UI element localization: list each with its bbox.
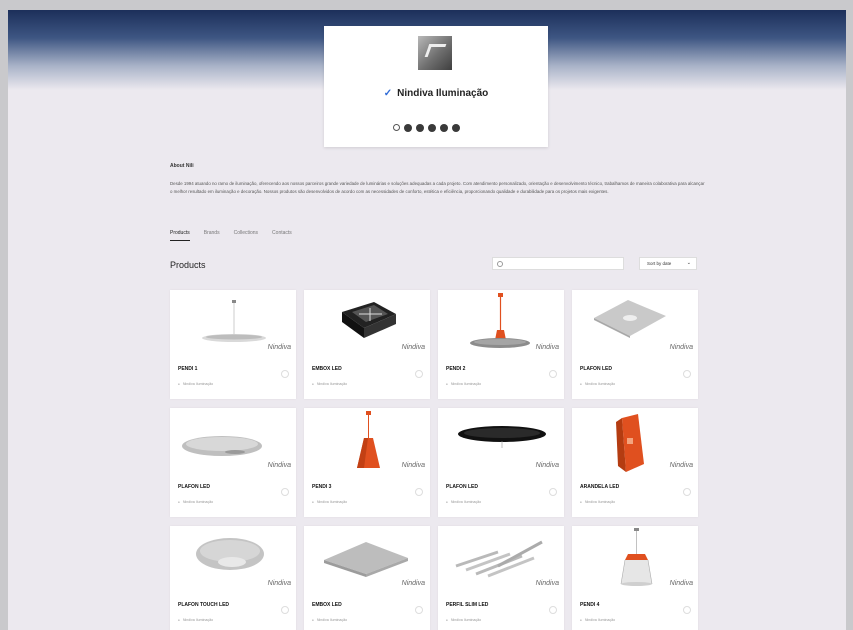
watermark: Nindiva (669, 462, 693, 469)
product-name: PENDI 2 (446, 366, 466, 372)
product-brand: Nindiva Iluminação (580, 618, 615, 622)
watermark: Nindiva (669, 344, 693, 351)
product-name: PLAFON LED (178, 484, 210, 490)
product-card[interactable]: Nindiva PLAFON LED Nindiva Iluminação (572, 290, 698, 399)
brand-logo-icon[interactable] (418, 36, 452, 70)
add-icon[interactable] (415, 606, 423, 614)
product-name: PLAFON LED (580, 366, 612, 372)
product-name: PENDI 3 (312, 484, 332, 490)
tab-collections[interactable]: Collections (234, 230, 258, 241)
add-icon[interactable] (281, 370, 289, 378)
watermark: Nindiva (401, 580, 425, 587)
watermark: Nindiva (535, 462, 559, 469)
add-icon[interactable] (683, 488, 691, 496)
product-name: PENDI 4 (580, 602, 600, 608)
products-title: Products (170, 260, 206, 270)
product-name: EMBOX LED (312, 602, 342, 608)
watermark: Nindiva (535, 580, 559, 587)
instagram-icon[interactable] (416, 124, 424, 132)
product-brand: Nindiva Iluminação (178, 382, 213, 386)
tab-bar: Products Brands Collections Contacts (170, 230, 292, 241)
add-icon[interactable] (281, 606, 289, 614)
product-card[interactable]: Nindiva EMBOX LED Nindiva Iluminação (304, 526, 430, 630)
product-brand: Nindiva Iluminação (312, 382, 347, 386)
about-title: About Nili (170, 163, 194, 169)
product-card[interactable]: Nindiva EMBOX LED Nindiva Iluminação (304, 290, 430, 399)
product-card[interactable]: Nindiva PLAFON TOUCH LED Nindiva Ilumina… (170, 526, 296, 630)
sort-label: Sort by date (647, 261, 672, 266)
tab-products[interactable]: Products (170, 230, 190, 241)
product-card[interactable]: Nindiva PENDI 2 Nindiva Iluminação (438, 290, 564, 399)
tab-brands[interactable]: Brands (204, 230, 220, 241)
product-name: PENDI 1 (178, 366, 198, 372)
product-brand: Nindiva Iluminação (178, 618, 213, 622)
youtube-icon[interactable] (452, 124, 460, 132)
search-input[interactable] (492, 257, 624, 270)
chevron-down-icon: ⌄ (686, 260, 691, 266)
product-brand: Nindiva Iluminação (312, 500, 347, 504)
product-brand: Nindiva Iluminação (580, 500, 615, 504)
brand-card: ✓ Nindiva Iluminação (324, 26, 548, 147)
product-card[interactable]: Nindiva PERFIL SLIM LED Nindiva Iluminaç… (438, 526, 564, 630)
add-icon[interactable] (683, 606, 691, 614)
watermark: Nindiva (669, 580, 693, 587)
product-name: PLAFON LED (446, 484, 478, 490)
watermark: Nindiva (401, 462, 425, 469)
add-icon[interactable] (281, 488, 289, 496)
watermark: Nindiva (535, 344, 559, 351)
sort-dropdown[interactable]: Sort by date ⌄ (639, 257, 697, 270)
product-brand: Nindiva Iluminação (312, 618, 347, 622)
facebook-icon[interactable] (404, 124, 412, 132)
product-brand: Nindiva Iluminação (446, 500, 481, 504)
check-icon: ✓ (383, 88, 393, 99)
linkedin-icon[interactable] (428, 124, 436, 132)
product-card[interactable]: Nindiva PENDI 4 Nindiva Iluminação (572, 526, 698, 630)
product-name: ARANDELA LED (580, 484, 620, 490)
tab-contacts[interactable]: Contacts (272, 230, 292, 241)
add-icon[interactable] (415, 370, 423, 378)
product-brand: Nindiva Iluminação (178, 500, 213, 504)
product-card[interactable]: Nindiva PLAFON LED Nindiva Iluminação (170, 408, 296, 517)
brand-name: ✓ Nindiva Iluminação (324, 88, 548, 99)
product-card[interactable]: Nindiva PLAFON LED Nindiva Iluminação (438, 408, 564, 517)
social-links (393, 124, 460, 132)
brand-name-label: Nindiva Iluminação (397, 88, 489, 99)
add-icon[interactable] (549, 606, 557, 614)
add-icon[interactable] (549, 488, 557, 496)
watermark: Nindiva (401, 344, 425, 351)
add-icon[interactable] (549, 370, 557, 378)
watermark: Nindiva (267, 344, 291, 351)
product-name: PERFIL SLIM LED (446, 602, 489, 608)
product-card[interactable]: Nindiva ARANDELA LED Nindiva Iluminação (572, 408, 698, 517)
product-name: PLAFON TOUCH LED (178, 602, 230, 608)
product-brand: Nindiva Iluminação (446, 382, 481, 386)
product-grid: Nindiva PENDI 1 Nindiva Iluminação Nindi… (170, 290, 698, 630)
about-text: Desde 1994 atuando no ramo de iluminação… (170, 181, 705, 194)
product-card[interactable]: Nindiva PENDI 1 Nindiva Iluminação (170, 290, 296, 399)
watermark: Nindiva (267, 462, 291, 469)
product-brand: Nindiva Iluminação (580, 382, 615, 386)
search-icon (497, 261, 503, 267)
product-brand: Nindiva Iluminação (446, 618, 481, 622)
watermark: Nindiva (267, 580, 291, 587)
product-card[interactable]: Nindiva PENDI 3 Nindiva Iluminação (304, 408, 430, 517)
website-icon[interactable] (393, 124, 400, 131)
pinterest-icon[interactable] (440, 124, 448, 132)
product-name: EMBOX LED (312, 366, 342, 372)
page: ✓ Nindiva Iluminação About Nili Desde 199… (8, 10, 846, 630)
add-icon[interactable] (683, 370, 691, 378)
add-icon[interactable] (415, 488, 423, 496)
